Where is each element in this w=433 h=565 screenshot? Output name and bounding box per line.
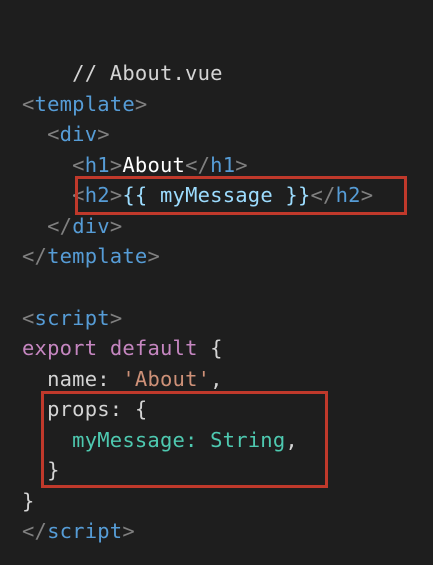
- script-close-line: </script>: [22, 516, 135, 546]
- default-keyword: default: [109, 336, 198, 360]
- tag-bracket: >: [97, 122, 110, 146]
- tag-bracket: >: [147, 244, 160, 268]
- tag-bracket: >: [122, 519, 135, 543]
- h1-text: About: [122, 153, 186, 177]
- name-value: 'About': [122, 367, 211, 391]
- tag-bracket: </: [47, 214, 73, 238]
- tag-bracket: >: [109, 214, 123, 238]
- name-line: name: 'About',: [22, 364, 223, 394]
- div-close-tag: div: [72, 214, 110, 238]
- template-open-line: <template>: [22, 89, 147, 119]
- h1-close-tag: h1: [210, 153, 236, 177]
- code-editor: // About.vue <template> <div> <h1>About<…: [0, 0, 433, 565]
- script-close-tag: script: [47, 519, 123, 543]
- object-open-brace: {: [210, 336, 223, 360]
- tag-bracket: >: [109, 306, 123, 330]
- div-open-line: <div>: [22, 119, 110, 149]
- div-close-line: </div>: [22, 211, 122, 241]
- tag-bracket: </: [22, 244, 48, 268]
- tag-bracket: >: [134, 92, 148, 116]
- tag-bracket: >: [109, 153, 123, 177]
- h2-highlight-box: [75, 176, 407, 215]
- template-close-line: </template>: [22, 241, 160, 271]
- object-close-line: }: [22, 486, 35, 516]
- tag-bracket: </: [22, 519, 48, 543]
- script-open-tag: script: [34, 306, 110, 330]
- tag-bracket: <: [22, 92, 35, 116]
- div-open-tag: div: [59, 122, 98, 146]
- tag-bracket: <: [47, 122, 60, 146]
- file-comment: // About.vue: [72, 61, 223, 85]
- props-highlight-box: [41, 391, 328, 488]
- comment-line: // About.vue: [22, 28, 223, 85]
- name-key: name:: [47, 367, 110, 391]
- tag-bracket: <: [22, 306, 35, 330]
- h1-open-tag: h1: [84, 153, 110, 177]
- template-open-tag: template: [34, 92, 135, 116]
- tag-bracket: </: [185, 153, 211, 177]
- name-comma: ,: [210, 367, 223, 391]
- script-open-line: <script>: [22, 303, 122, 333]
- template-close-tag: template: [47, 244, 148, 268]
- object-close-brace: }: [22, 489, 35, 513]
- tag-bracket: >: [235, 153, 248, 177]
- export-line: export default {: [22, 333, 223, 363]
- export-keyword: export: [22, 336, 98, 360]
- tag-bracket: <: [72, 153, 85, 177]
